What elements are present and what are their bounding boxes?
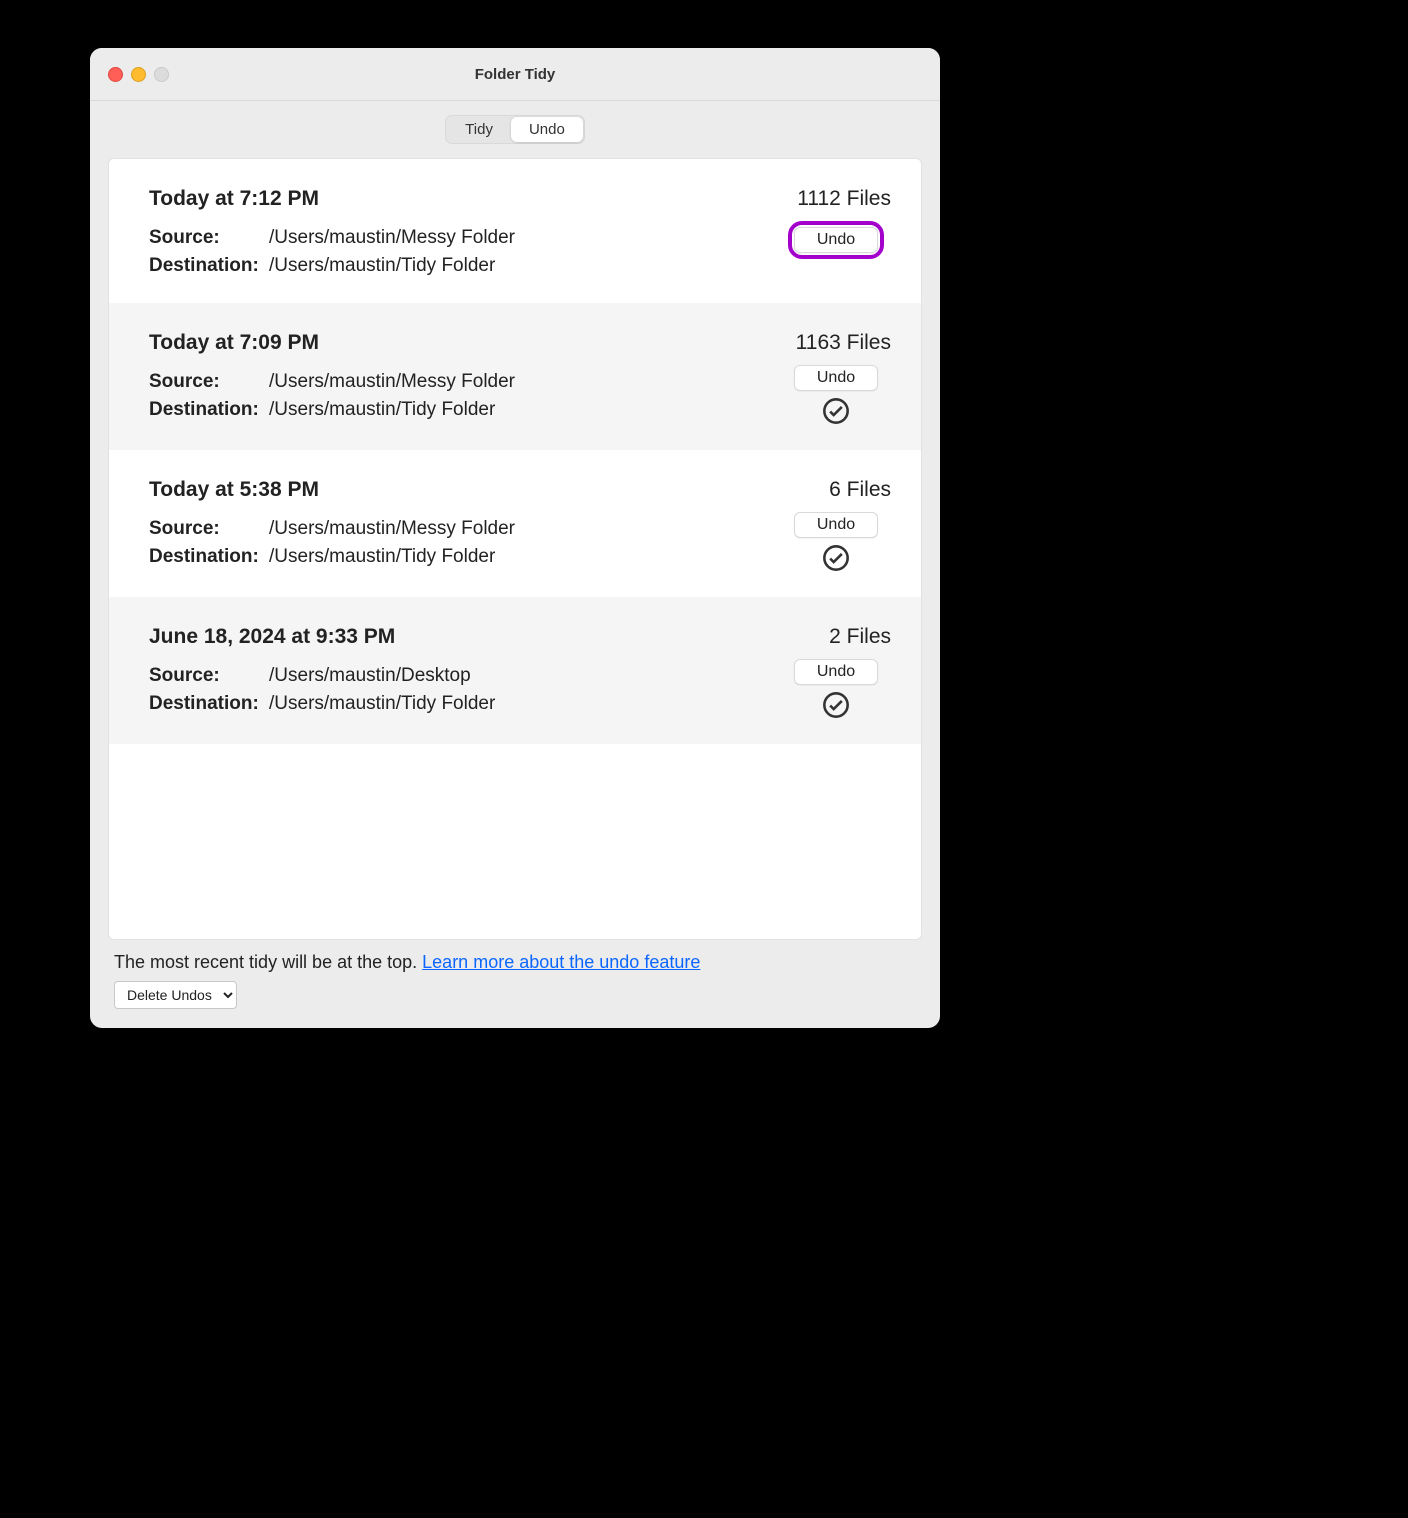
delete-undos-select[interactable]: Delete Undos [114, 981, 237, 1009]
check-icon [822, 544, 850, 577]
entry-filecount: 2 Files [829, 625, 891, 649]
destination-label: Destination: [149, 546, 269, 568]
tab-tidy[interactable]: Tidy [447, 117, 511, 142]
entry-destination-row: Destination:/Users/maustin/Tidy Folder [149, 546, 781, 568]
undo-list: Today at 7:12 PM1112 FilesSource:/Users/… [108, 158, 922, 940]
undo-button[interactable]: Undo [794, 512, 878, 538]
entry-body: Source:/Users/maustin/Messy FolderDestin… [149, 221, 891, 283]
footer-hint: The most recent tidy will be at the top. [114, 952, 422, 972]
entry-header: June 18, 2024 at 9:33 PM 2 Files [149, 625, 891, 649]
destination-path: /Users/maustin/Tidy Folder [269, 399, 781, 421]
undo-entry: June 18, 2024 at 9:33 PM 2 Files Source:/U… [109, 597, 921, 744]
source-label: Source: [149, 518, 269, 540]
entry-paths: Source:/Users/maustin/Messy FolderDestin… [149, 221, 781, 283]
undo-entry: Today at 7:12 PM 1112 Files Source:/Users/… [109, 159, 921, 303]
source-path: /Users/maustin/Messy Folder [269, 518, 781, 540]
undo-button[interactable]: Undo [794, 365, 878, 391]
titlebar: Folder Tidy [90, 48, 940, 101]
entry-source-row: Source:/Users/maustin/Messy Folder [149, 518, 781, 540]
entry-paths: Source:/Users/maustin/Messy FolderDestin… [149, 512, 781, 577]
destination-path: /Users/maustin/Tidy Folder [269, 546, 781, 568]
footer-text: The most recent tidy will be at the top.… [90, 940, 940, 973]
entry-destination-row: Destination:/Users/maustin/Tidy Folder [149, 693, 781, 715]
entry-body: Source:/Users/maustin/DesktopDestination… [149, 659, 891, 724]
entry-timestamp: Today at 7:12 PM [149, 187, 319, 211]
check-icon [822, 397, 850, 430]
zoom-icon [154, 67, 169, 82]
entry-filecount: 6 Files [829, 478, 891, 502]
source-label: Source: [149, 371, 269, 393]
entry-destination-row: Destination:/Users/maustin/Tidy Folder [149, 255, 781, 277]
undo-entry: Today at 7:09 PM 1163 Files Source:/Users/… [109, 303, 921, 450]
destination-label: Destination: [149, 399, 269, 421]
window-title: Folder Tidy [475, 66, 556, 83]
entry-body: Source:/Users/maustin/Messy FolderDestin… [149, 365, 891, 430]
source-path: /Users/maustin/Messy Folder [269, 227, 781, 249]
undo-button[interactable]: Undo [794, 227, 878, 253]
source-path: /Users/maustin/Messy Folder [269, 371, 781, 393]
tabs-row: Tidy Undo [90, 101, 940, 144]
minimize-icon[interactable] [131, 67, 146, 82]
source-label: Source: [149, 665, 269, 687]
undo-button[interactable]: Undo [794, 659, 878, 685]
source-label: Source: [149, 227, 269, 249]
entry-source-row: Source:/Users/maustin/Messy Folder [149, 371, 781, 393]
entry-timestamp: Today at 7:09 PM [149, 331, 319, 355]
entry-filecount: 1112 Files [797, 187, 891, 211]
entry-timestamp: Today at 5:38 PM [149, 478, 319, 502]
entry-source-row: Source:/Users/maustin/Desktop [149, 665, 781, 687]
app-window: Folder Tidy Tidy Undo Today at 7:12 PM 11… [90, 48, 940, 1028]
destination-path: /Users/maustin/Tidy Folder [269, 255, 781, 277]
check-icon [822, 691, 850, 724]
learn-more-link[interactable]: Learn more about the undo feature [422, 952, 700, 972]
entry-header: Today at 5:38 PM 6 Files [149, 478, 891, 502]
close-icon[interactable] [108, 67, 123, 82]
undo-entry: Today at 5:38 PM 6 Files Source:/Users/mau… [109, 450, 921, 597]
entry-paths: Source:/Users/maustin/DesktopDestination… [149, 659, 781, 724]
entry-destination-row: Destination:/Users/maustin/Tidy Folder [149, 399, 781, 421]
segmented-control: Tidy Undo [445, 115, 585, 144]
entry-source-row: Source:/Users/maustin/Messy Folder [149, 227, 781, 249]
entry-timestamp: June 18, 2024 at 9:33 PM [149, 625, 395, 649]
destination-path: /Users/maustin/Tidy Folder [269, 693, 781, 715]
destination-label: Destination: [149, 693, 269, 715]
entry-paths: Source:/Users/maustin/Messy FolderDestin… [149, 365, 781, 430]
entry-header: Today at 7:09 PM 1163 Files [149, 331, 891, 355]
entry-actions: Undo [781, 221, 891, 283]
highlight-ring: Undo [788, 221, 884, 259]
traffic-lights [108, 67, 169, 82]
entry-body: Source:/Users/maustin/Messy FolderDestin… [149, 512, 891, 577]
tab-undo[interactable]: Undo [511, 117, 583, 142]
source-path: /Users/maustin/Desktop [269, 665, 781, 687]
entry-actions: Undo [781, 512, 891, 577]
entry-actions: Undo [781, 365, 891, 430]
entry-header: Today at 7:12 PM 1112 Files [149, 187, 891, 211]
destination-label: Destination: [149, 255, 269, 277]
entry-actions: Undo [781, 659, 891, 724]
entry-filecount: 1163 Files [796, 331, 891, 355]
